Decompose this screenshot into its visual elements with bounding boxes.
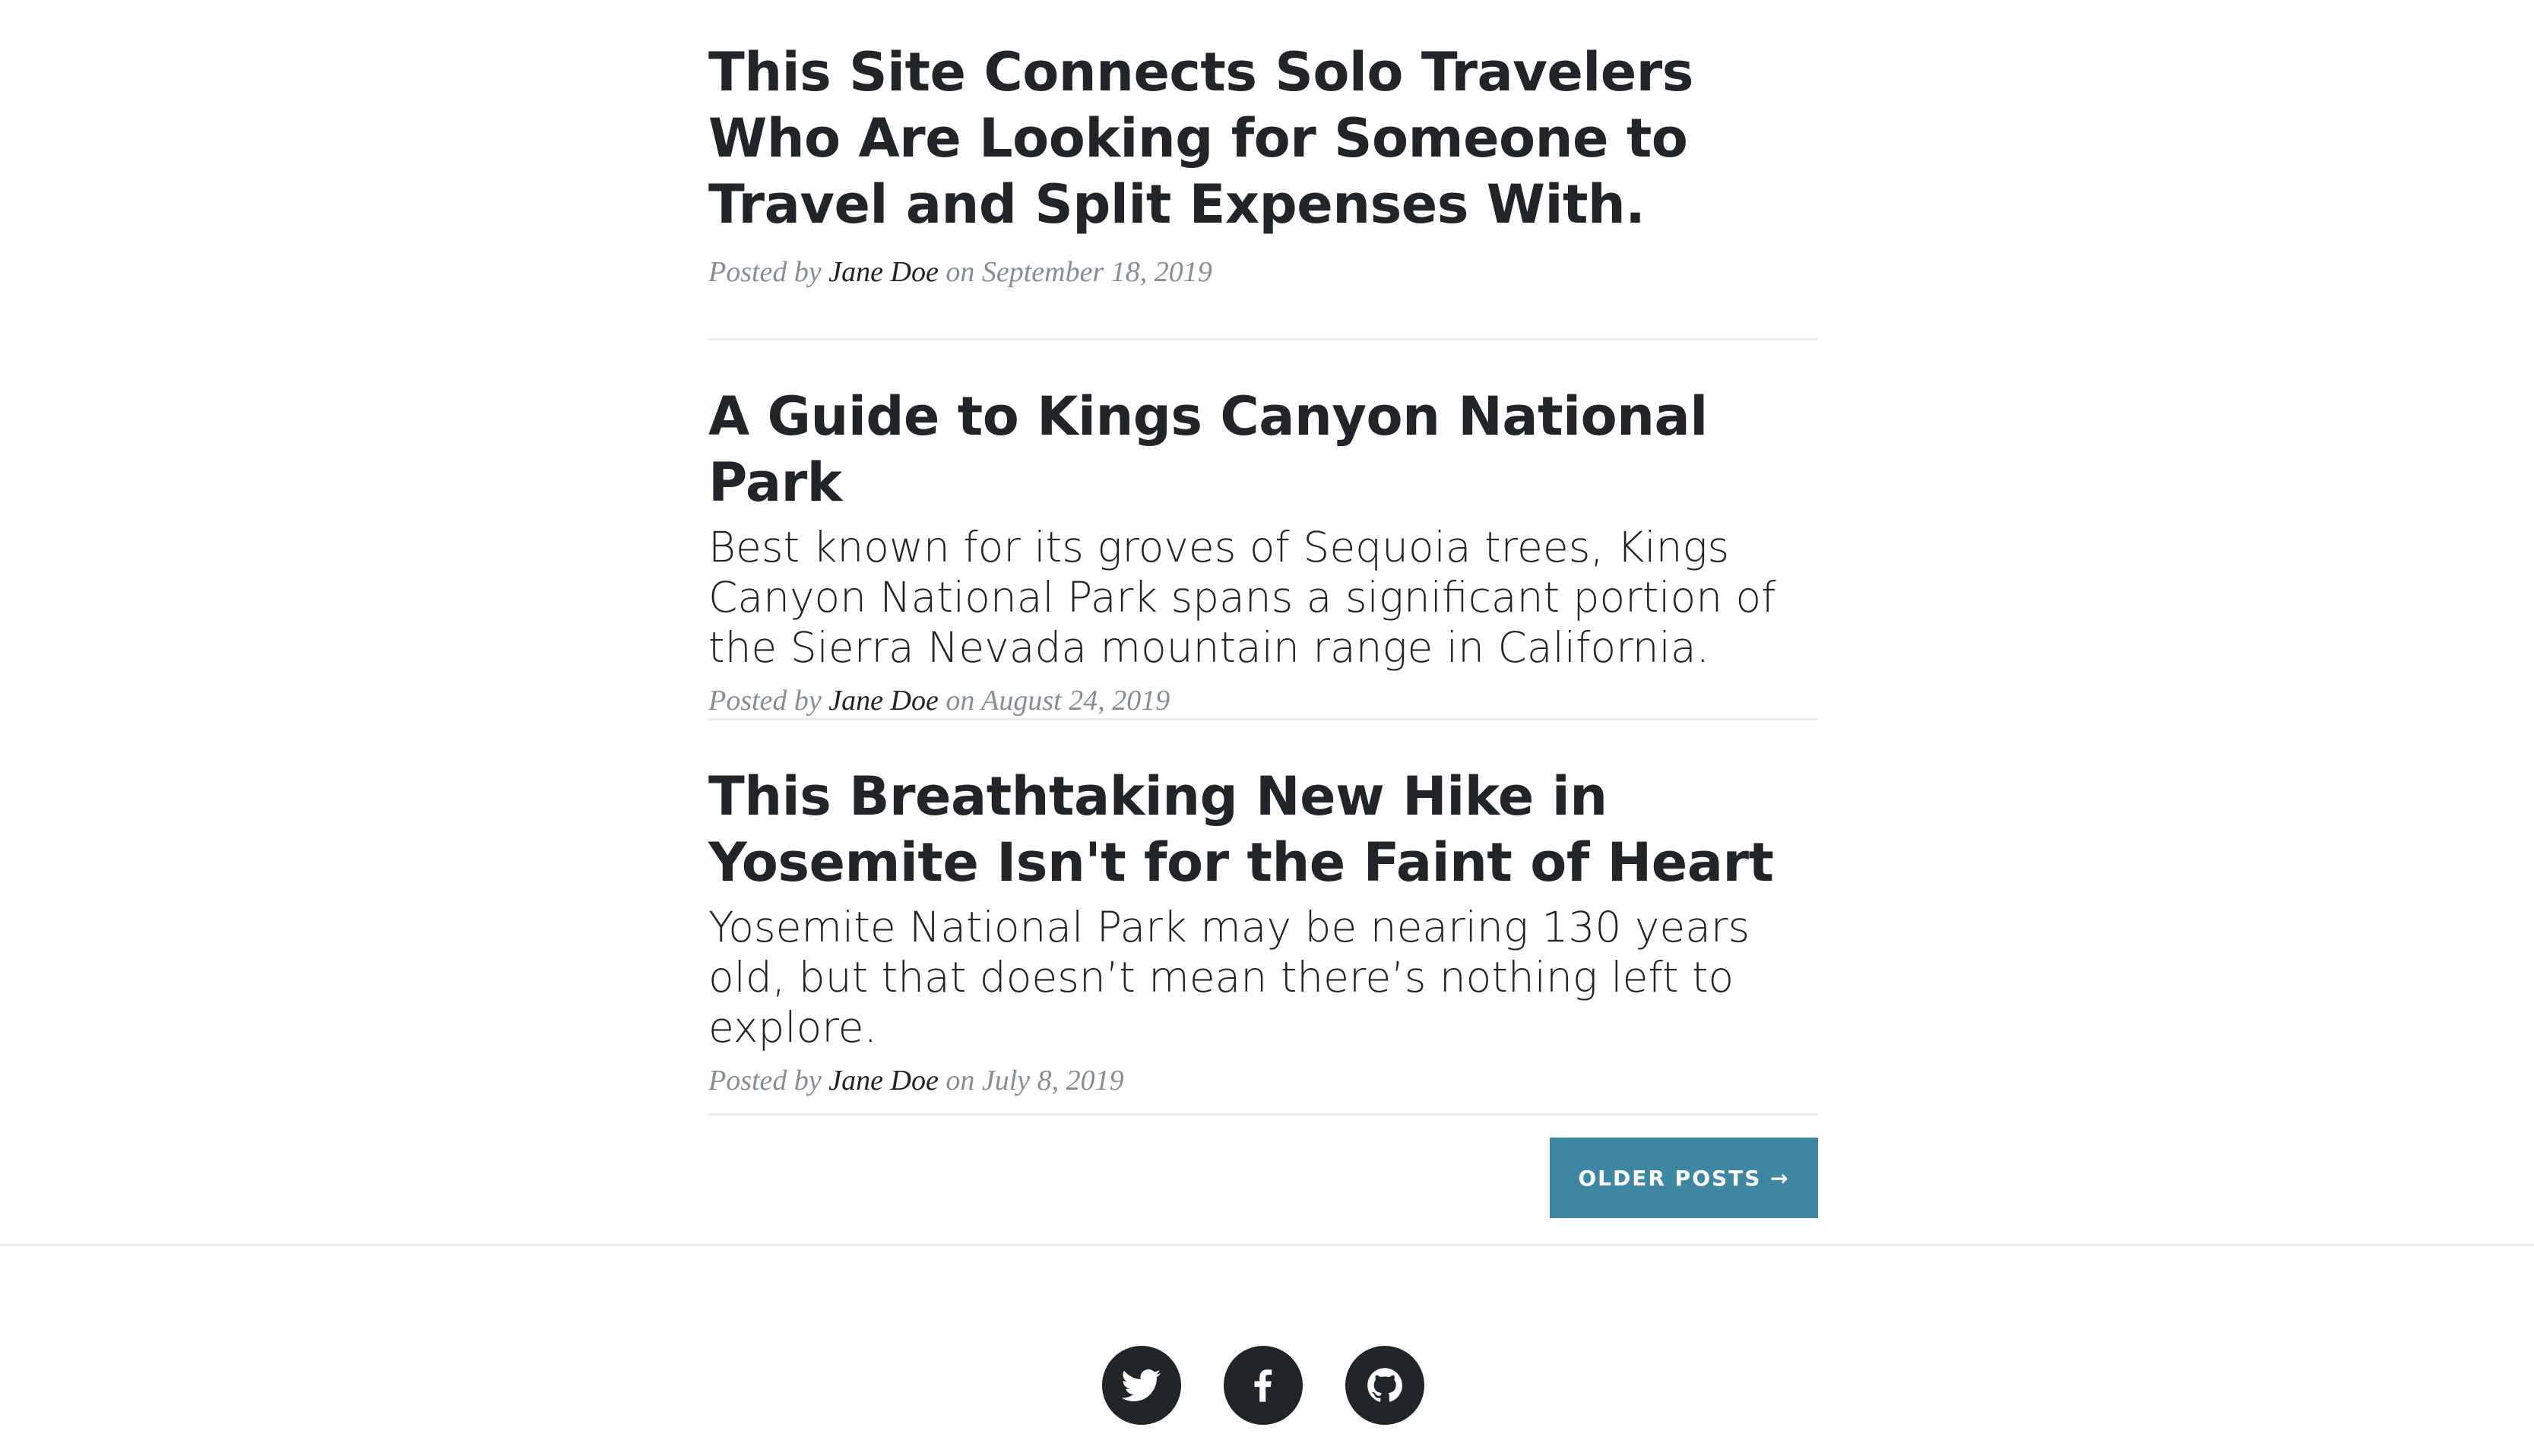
author-link[interactable]: Jane Doe xyxy=(828,1065,939,1097)
twitter-link[interactable] xyxy=(1102,1346,1181,1425)
post-title[interactable]: This Site Connects Solo Travelers Who Ar… xyxy=(708,40,1818,238)
post-title[interactable]: A Guide to Kings Canyon National Park xyxy=(708,384,1818,516)
post-meta: Posted by Jane Doe on September 18, 2019 xyxy=(708,255,1818,290)
older-posts-button[interactable]: Older Posts → xyxy=(1550,1138,1818,1218)
post-date: September 18, 2019 xyxy=(981,256,1212,288)
footer-divider xyxy=(0,1244,2534,1246)
post-title[interactable]: This Breathtaking New Hike in Yosemite I… xyxy=(708,764,1818,896)
post-subtitle[interactable]: Yosemite National Park may be nearing 13… xyxy=(708,902,1818,1052)
meta-prefix: Posted by xyxy=(708,685,822,717)
post-date: July 8, 2019 xyxy=(981,1065,1124,1097)
author-link[interactable]: Jane Doe xyxy=(828,685,939,717)
facebook-icon xyxy=(1254,1369,1272,1402)
meta-on: on xyxy=(945,1065,975,1097)
meta-prefix: Posted by xyxy=(708,256,822,288)
twitter-icon xyxy=(1122,1369,1161,1402)
meta-prefix: Posted by xyxy=(708,1065,822,1097)
post-preview: A Guide to Kings Canyon National Park Be… xyxy=(708,384,1818,718)
post-meta: Posted by Jane Doe on August 24, 2019 xyxy=(708,683,1818,718)
facebook-link[interactable] xyxy=(1224,1346,1303,1425)
author-link[interactable]: Jane Doe xyxy=(828,256,939,288)
post-divider xyxy=(708,338,1818,340)
meta-on: on xyxy=(945,256,975,288)
github-link[interactable] xyxy=(1345,1346,1424,1425)
github-icon xyxy=(1367,1368,1402,1402)
meta-on: on xyxy=(945,685,975,717)
post-meta: Posted by Jane Doe on July 8, 2019 xyxy=(708,1063,1818,1098)
post-divider xyxy=(708,718,1818,720)
post-date: August 24, 2019 xyxy=(981,685,1170,717)
post-preview: This Breathtaking New Hike in Yosemite I… xyxy=(708,764,1818,1098)
post-divider xyxy=(708,1113,1818,1116)
post-subtitle[interactable]: Best known for its groves of Sequoia tre… xyxy=(708,522,1818,673)
post-preview: This Site Connects Solo Travelers Who Ar… xyxy=(708,40,1818,290)
